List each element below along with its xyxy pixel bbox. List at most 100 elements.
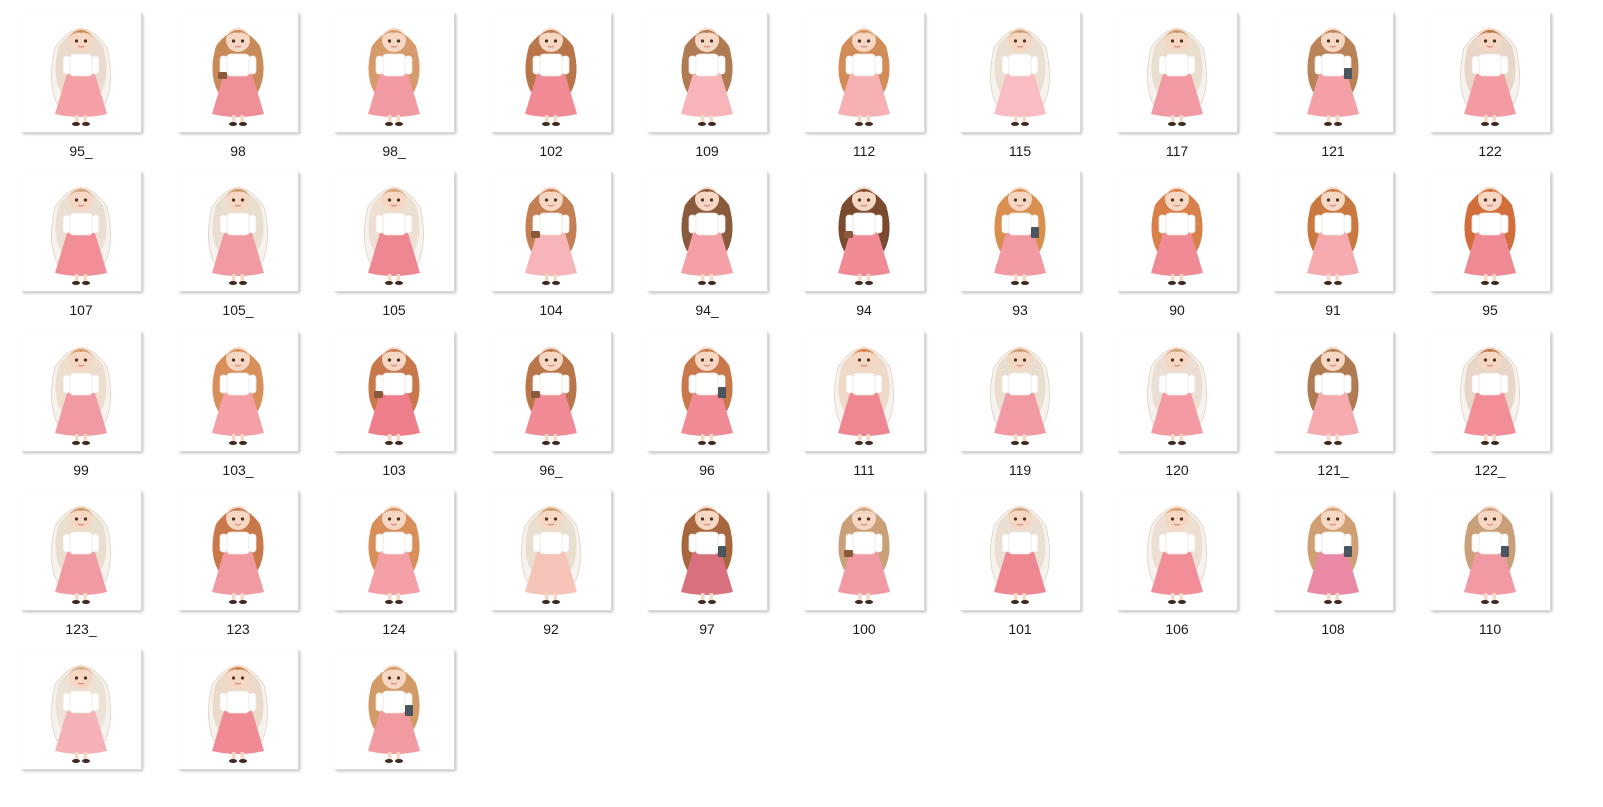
file-thumbnail[interactable] — [491, 490, 611, 610]
file-thumbnail[interactable] — [334, 490, 454, 610]
file-item[interactable]: 103 — [327, 331, 461, 489]
file-item[interactable] — [171, 649, 305, 807]
file-thumbnail[interactable] — [804, 12, 924, 132]
file-item[interactable]: 105_ — [171, 171, 305, 329]
file-thumbnail[interactable] — [1117, 12, 1237, 132]
file-name-label[interactable]: 115 — [953, 143, 1087, 159]
file-thumbnail[interactable] — [804, 171, 924, 291]
file-item[interactable]: 98 — [171, 12, 305, 170]
file-name-label[interactable]: 95_ — [14, 143, 148, 159]
file-thumbnail[interactable] — [647, 331, 767, 451]
file-item[interactable]: 106 — [1110, 490, 1244, 648]
file-item[interactable]: 109 — [640, 12, 774, 170]
file-thumbnail[interactable] — [491, 12, 611, 132]
file-name-label[interactable]: 90 — [1110, 302, 1244, 318]
file-name-label[interactable]: 94 — [797, 302, 931, 318]
file-item[interactable]: 124 — [327, 490, 461, 648]
file-item[interactable]: 97 — [640, 490, 774, 648]
file-name-label[interactable]: 102 — [484, 143, 618, 159]
file-name-label[interactable]: 101 — [953, 621, 1087, 637]
file-name-label[interactable]: 105_ — [171, 302, 305, 318]
file-item[interactable]: 105 — [327, 171, 461, 329]
file-name-label[interactable]: 121 — [1266, 143, 1400, 159]
file-item[interactable]: 99 — [14, 331, 148, 489]
file-thumbnail[interactable] — [1430, 490, 1550, 610]
file-thumbnail[interactable] — [491, 331, 611, 451]
file-thumbnail[interactable] — [334, 331, 454, 451]
file-name-label[interactable]: 119 — [953, 462, 1087, 478]
file-thumbnail[interactable] — [647, 171, 767, 291]
file-name-label[interactable]: 121_ — [1266, 462, 1400, 478]
file-item[interactable]: 92 — [484, 490, 618, 648]
file-item[interactable]: 122_ — [1423, 331, 1557, 489]
file-item[interactable]: 96_ — [484, 331, 618, 489]
file-thumbnail[interactable] — [178, 649, 298, 769]
file-item[interactable]: 93 — [953, 171, 1087, 329]
file-thumbnail[interactable] — [21, 171, 141, 291]
file-name-label[interactable]: 93 — [953, 302, 1087, 318]
file-thumbnail[interactable] — [647, 12, 767, 132]
file-item[interactable]: 101 — [953, 490, 1087, 648]
file-name-label[interactable]: 95 — [1423, 302, 1557, 318]
file-name-label[interactable]: 106 — [1110, 621, 1244, 637]
file-item[interactable]: 121_ — [1266, 331, 1400, 489]
file-thumbnail[interactable] — [334, 649, 454, 769]
file-thumbnail[interactable] — [960, 331, 1080, 451]
file-thumbnail[interactable] — [21, 331, 141, 451]
file-item[interactable]: 96 — [640, 331, 774, 489]
file-thumbnail[interactable] — [1430, 331, 1550, 451]
file-name-label[interactable]: 91 — [1266, 302, 1400, 318]
file-thumbnail[interactable] — [334, 171, 454, 291]
file-item[interactable] — [327, 649, 461, 807]
file-name-label[interactable]: 105 — [327, 302, 461, 318]
file-item[interactable]: 122 — [1423, 12, 1557, 170]
file-thumbnail[interactable] — [491, 171, 611, 291]
file-name-label[interactable]: 108 — [1266, 621, 1400, 637]
file-item[interactable]: 123_ — [14, 490, 148, 648]
file-item[interactable]: 121 — [1266, 12, 1400, 170]
file-item[interactable]: 100 — [797, 490, 931, 648]
file-item[interactable]: 98_ — [327, 12, 461, 170]
file-thumbnail[interactable] — [21, 12, 141, 132]
file-item[interactable]: 104 — [484, 171, 618, 329]
file-name-label[interactable]: 123 — [171, 621, 305, 637]
file-name-label[interactable]: 107 — [14, 302, 148, 318]
file-item[interactable]: 110 — [1423, 490, 1557, 648]
file-name-label[interactable]: 98_ — [327, 143, 461, 159]
file-item[interactable]: 103_ — [171, 331, 305, 489]
file-item[interactable]: 123 — [171, 490, 305, 648]
file-name-label[interactable]: 96_ — [484, 462, 618, 478]
file-item[interactable]: 94 — [797, 171, 931, 329]
file-item[interactable]: 107 — [14, 171, 148, 329]
file-thumbnail[interactable] — [960, 171, 1080, 291]
file-thumbnail[interactable] — [178, 490, 298, 610]
file-item[interactable]: 112 — [797, 12, 931, 170]
file-item[interactable] — [14, 649, 148, 807]
file-thumbnail[interactable] — [1273, 171, 1393, 291]
file-name-label[interactable]: 100 — [797, 621, 931, 637]
file-thumbnail[interactable] — [1273, 490, 1393, 610]
file-thumbnail[interactable] — [960, 490, 1080, 610]
file-name-label[interactable]: 112 — [797, 143, 931, 159]
file-thumbnail[interactable] — [804, 490, 924, 610]
file-item[interactable]: 95 — [1423, 171, 1557, 329]
file-thumbnail[interactable] — [1273, 12, 1393, 132]
file-thumbnail[interactable] — [334, 12, 454, 132]
file-name-label[interactable]: 122_ — [1423, 462, 1557, 478]
file-thumbnail[interactable] — [1273, 331, 1393, 451]
file-name-label[interactable]: 122 — [1423, 143, 1557, 159]
file-item[interactable]: 102 — [484, 12, 618, 170]
file-thumbnail[interactable] — [1117, 171, 1237, 291]
file-name-label[interactable]: 111 — [797, 462, 931, 478]
file-item[interactable]: 108 — [1266, 490, 1400, 648]
file-item[interactable]: 119 — [953, 331, 1087, 489]
file-thumbnail[interactable] — [1117, 331, 1237, 451]
file-name-label[interactable]: 117 — [1110, 143, 1244, 159]
file-item[interactable]: 111 — [797, 331, 931, 489]
file-item[interactable]: 115 — [953, 12, 1087, 170]
file-thumbnail[interactable] — [21, 649, 141, 769]
file-thumbnail[interactable] — [21, 490, 141, 610]
file-name-label[interactable]: 97 — [640, 621, 774, 637]
file-name-label[interactable]: 109 — [640, 143, 774, 159]
file-thumbnail[interactable] — [804, 331, 924, 451]
